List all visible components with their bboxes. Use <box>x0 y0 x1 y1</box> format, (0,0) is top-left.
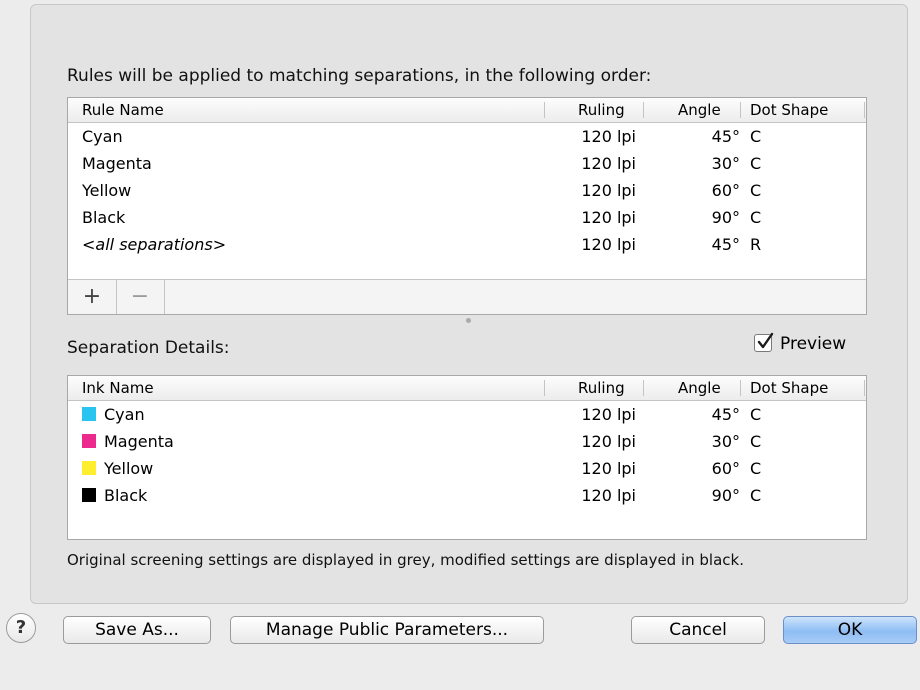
ink-name: Black <box>82 482 147 509</box>
ink-name-label: Magenta <box>104 432 174 451</box>
ink-ruling: 120 lpi <box>581 405 636 424</box>
column-divider <box>643 380 644 396</box>
details-rows: Cyan 120 lpi 45° C Magenta 120 lpi 30° C… <box>68 401 866 509</box>
ink-name: Cyan <box>82 401 145 428</box>
details-table-header: Ink Name Ruling Angle Dot Shape <box>68 376 866 401</box>
table-row[interactable]: Yellow 120 lpi 60° C <box>68 455 866 482</box>
rule-name: Magenta <box>82 154 152 173</box>
rules-table: Rule Name Ruling Angle Dot Shape Cyan 12… <box>67 97 867 315</box>
save-as-button[interactable]: Save As... <box>63 616 211 644</box>
checkbox-checked-icon[interactable] <box>754 332 774 352</box>
rule-name: Yellow <box>82 181 132 200</box>
rule-angle: 45° <box>711 127 740 146</box>
ink-name-label: Yellow <box>104 459 154 478</box>
rule-dot-shape: C <box>750 127 762 146</box>
rule-ruling: 120 lpi <box>581 127 636 146</box>
col-ink-name[interactable]: Ink Name <box>82 376 154 400</box>
column-divider <box>740 380 741 396</box>
ink-dot-shape: C <box>750 432 762 451</box>
ink-name-label: Cyan <box>104 405 145 424</box>
add-rule-button[interactable]: + <box>68 280 117 314</box>
manage-public-parameters-button[interactable]: Manage Public Parameters... <box>230 616 544 644</box>
table-row[interactable]: Cyan 120 lpi 45° C <box>68 401 866 428</box>
table-row[interactable]: <all separations> 120 lpi 45° R <box>68 231 866 258</box>
preview-checkbox[interactable]: Preview <box>754 332 847 354</box>
column-divider <box>740 102 741 118</box>
ink-name: Magenta <box>82 428 174 455</box>
table-row[interactable]: Black 120 lpi 90° C <box>68 204 866 231</box>
ink-ruling: 120 lpi <box>581 459 636 478</box>
column-divider <box>643 102 644 118</box>
rule-dot-shape: R <box>750 235 762 254</box>
ink-dot-shape: C <box>750 459 762 478</box>
rule-name: Black <box>82 208 126 227</box>
table-row[interactable]: Yellow 120 lpi 60° C <box>68 177 866 204</box>
ink-angle: 30° <box>711 432 740 451</box>
rule-angle: 45° <box>711 235 740 254</box>
rules-table-header: Rule Name Ruling Angle Dot Shape <box>68 98 866 123</box>
rule-ruling: 120 lpi <box>581 181 636 200</box>
rule-dot-shape: C <box>750 154 762 173</box>
ink-dot-shape: C <box>750 486 762 505</box>
rule-dot-shape: C <box>750 208 762 227</box>
details-table: Ink Name Ruling Angle Dot Shape Cyan 120… <box>67 375 867 540</box>
preview-label: Preview <box>780 334 847 354</box>
ink-ruling: 120 lpi <box>581 486 636 505</box>
ink-swatch <box>82 434 96 448</box>
column-divider <box>864 102 865 118</box>
remove-rule-button[interactable]: − <box>116 280 165 314</box>
rules-table-footer: + − <box>68 279 866 314</box>
ink-dot-shape: C <box>750 405 762 424</box>
column-divider <box>544 380 545 396</box>
rules-heading: Rules will be applied to matching separa… <box>67 66 652 86</box>
ink-name-label: Black <box>104 486 148 505</box>
ink-ruling: 120 lpi <box>581 432 636 451</box>
col-angle[interactable]: Angle <box>678 98 721 122</box>
col-ruling[interactable]: Ruling <box>578 98 625 122</box>
col-angle[interactable]: Angle <box>678 376 721 400</box>
rule-angle: 90° <box>711 208 740 227</box>
rule-ruling: 120 lpi <box>581 154 636 173</box>
column-divider <box>544 102 545 118</box>
help-button[interactable]: ? <box>6 613 36 643</box>
rules-rows: Cyan 120 lpi 45° C Magenta 120 lpi 30° C… <box>68 123 866 258</box>
ink-name: Yellow <box>82 455 153 482</box>
ink-swatch <box>82 488 96 502</box>
rule-angle: 60° <box>711 181 740 200</box>
ink-swatch <box>82 461 96 475</box>
ink-angle: 90° <box>711 486 740 505</box>
ink-angle: 45° <box>711 405 740 424</box>
rule-ruling: 120 lpi <box>581 208 636 227</box>
table-row[interactable]: Magenta 120 lpi 30° C <box>68 150 866 177</box>
rule-name: Cyan <box>82 127 123 146</box>
table-row[interactable]: Magenta 120 lpi 30° C <box>68 428 866 455</box>
col-rule-name[interactable]: Rule Name <box>82 98 164 122</box>
ok-button[interactable]: OK <box>783 616 917 644</box>
details-heading: Separation Details: <box>67 338 230 358</box>
ink-swatch <box>82 407 96 421</box>
col-ruling[interactable]: Ruling <box>578 376 625 400</box>
table-row[interactable]: Black 120 lpi 90° C <box>68 482 866 509</box>
col-dot-shape[interactable]: Dot Shape <box>750 98 828 122</box>
screening-note: Original screening settings are displaye… <box>67 551 744 569</box>
rule-name: <all separations> <box>82 235 227 254</box>
rule-angle: 30° <box>711 154 740 173</box>
table-row[interactable]: Cyan 120 lpi 45° C <box>68 123 866 150</box>
rule-dot-shape: C <box>750 181 762 200</box>
ink-angle: 60° <box>711 459 740 478</box>
col-dot-shape[interactable]: Dot Shape <box>750 376 828 400</box>
column-divider <box>864 380 865 396</box>
splitter-handle[interactable] <box>466 318 471 323</box>
cancel-button[interactable]: Cancel <box>631 616 765 644</box>
rule-ruling: 120 lpi <box>581 235 636 254</box>
